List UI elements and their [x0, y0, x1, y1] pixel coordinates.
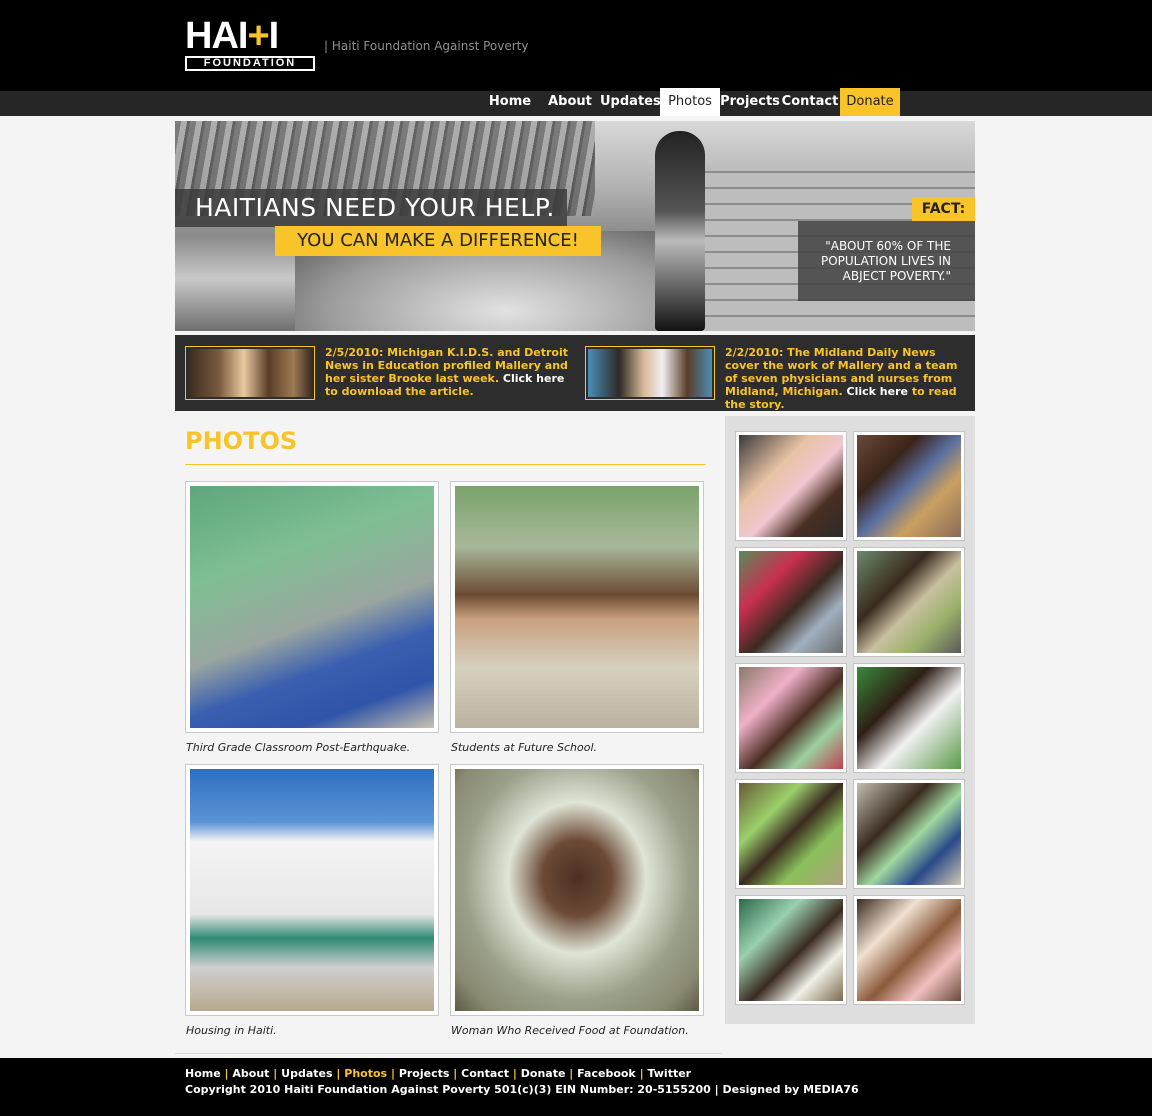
- footer-copyright: Copyright 2010 Haiti Foundation Against …: [185, 1083, 859, 1096]
- news-link-1[interactable]: Click here: [503, 372, 564, 385]
- nav-updates[interactable]: Updates: [600, 88, 661, 116]
- fact-text: "ABOUT 60% OF THE POPULATION LIVES IN AB…: [798, 221, 975, 301]
- photo-classroom[interactable]: [185, 481, 439, 733]
- news-thumbnail-1[interactable]: [185, 346, 315, 400]
- news-item-2: 2/2/2010: The Midland Daily News cover t…: [725, 346, 958, 411]
- haiti-foundation-logo[interactable]: HAI+I FOUNDATION: [185, 15, 315, 71]
- logo-foundation-box: FOUNDATION: [185, 56, 315, 71]
- sidebar-thumb[interactable]: [853, 779, 965, 889]
- footer-link-contact[interactable]: Contact: [461, 1067, 509, 1080]
- photo-woman-food[interactable]: [450, 764, 704, 1016]
- fact-label: FACT:: [912, 197, 975, 221]
- sidebar-thumb[interactable]: [735, 663, 847, 773]
- nav-home[interactable]: Home: [480, 88, 540, 116]
- photo-students[interactable]: [450, 481, 704, 733]
- sidebar-thumb[interactable]: [735, 895, 847, 1005]
- hero-photo-person: [655, 131, 705, 331]
- sidebar-thumb[interactable]: [735, 779, 847, 889]
- nav-photos[interactable]: Photos: [660, 88, 720, 116]
- photo-sidebar: [725, 416, 975, 1024]
- nav-donate[interactable]: Donate: [840, 88, 900, 116]
- footer-link-updates[interactable]: Updates: [281, 1067, 332, 1080]
- page-title: PHOTOS: [185, 427, 298, 455]
- content-divider: [175, 1053, 722, 1054]
- sidebar-thumb[interactable]: [853, 431, 965, 541]
- sidebar-thumb[interactable]: [853, 895, 965, 1005]
- site-tagline: | Haiti Foundation Against Poverty: [324, 39, 529, 53]
- hero-subhead: YOU CAN MAKE A DIFFERENCE!: [275, 226, 601, 256]
- footer-nav: Home | About | Updates | Photos | Projec…: [185, 1067, 692, 1080]
- footer-link-facebook[interactable]: Facebook: [577, 1067, 636, 1080]
- news-bar: 2/5/2010: Michigan K.I.D.S. and Detroit …: [175, 335, 975, 411]
- news-item-1: 2/5/2010: Michigan K.I.D.S. and Detroit …: [325, 346, 569, 398]
- photo-housing[interactable]: [185, 764, 439, 1016]
- photo-caption: Woman Who Received Food at Foundation.: [451, 1024, 689, 1037]
- nav-projects[interactable]: Projects: [720, 88, 780, 116]
- news-link-2[interactable]: Click here: [847, 385, 908, 398]
- photo-caption: Third Grade Classroom Post-Earthquake.: [186, 741, 411, 754]
- title-divider: [185, 464, 706, 465]
- sidebar-thumb[interactable]: [853, 663, 965, 773]
- footer-link-about[interactable]: About: [232, 1067, 269, 1080]
- footer: Home | About | Updates | Photos | Projec…: [0, 1058, 1152, 1116]
- footer-link-photos[interactable]: Photos: [344, 1067, 387, 1080]
- sidebar-thumb[interactable]: [853, 547, 965, 657]
- footer-link-home[interactable]: Home: [185, 1067, 221, 1080]
- footer-link-donate[interactable]: Donate: [521, 1067, 566, 1080]
- hero-headline: HAITIANS NEED YOUR HELP.: [175, 189, 567, 227]
- logo-wordmark: HAI+I: [185, 15, 279, 57]
- top-header: [0, 0, 1152, 91]
- nav-about[interactable]: About: [544, 88, 596, 116]
- news-thumbnail-2[interactable]: [585, 346, 715, 400]
- photo-caption: Housing in Haiti.: [186, 1024, 277, 1037]
- sidebar-thumb[interactable]: [735, 547, 847, 657]
- nav-contact[interactable]: Contact: [781, 88, 839, 116]
- hero-banner: HAITIANS NEED YOUR HELP. YOU CAN MAKE A …: [175, 121, 975, 331]
- sidebar-thumb[interactable]: [735, 431, 847, 541]
- photo-caption: Students at Future School.: [451, 741, 598, 754]
- footer-link-twitter[interactable]: Twitter: [647, 1067, 691, 1080]
- footer-link-projects[interactable]: Projects: [399, 1067, 450, 1080]
